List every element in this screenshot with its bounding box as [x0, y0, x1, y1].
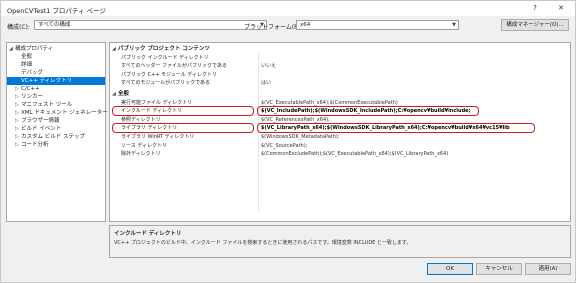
- highlight-box: [257, 122, 535, 133]
- tree-item-label: リンカー: [21, 94, 44, 100]
- grid-category-label: パブリック プロジェクト コンテンツ: [118, 46, 210, 52]
- apply-button[interactable]: 適用(A): [525, 263, 571, 275]
- tree-item-label: XML ドキュメント ジェネレーター: [21, 110, 108, 116]
- tree-item[interactable]: ▷ カスタム ビルド ステップ: [7, 133, 105, 141]
- property-row[interactable]: ライブラリ WinRT ディレクトリ $(WindowsSDK_MetadataP…: [118, 133, 570, 141]
- description-title: インクルード ディレクトリ: [114, 231, 182, 237]
- tree-item[interactable]: ▷ コード分析: [7, 141, 105, 149]
- property-value[interactable]: $(VC_SourcePath);: [261, 142, 307, 150]
- configuration-value: すべての構成: [38, 22, 71, 28]
- help-button[interactable]: ?: [528, 3, 542, 14]
- platform-value: x64: [300, 22, 311, 28]
- property-row[interactable]: 除外ディレクトリ $(CommonExcludePath);$(VC_Execut…: [118, 150, 570, 158]
- tree-item[interactable]: VC++ ディレクトリ: [7, 77, 105, 85]
- tree-item-label: 構成プロパティ: [15, 46, 54, 52]
- property-row[interactable]: すべてのヘッダー ファイルがパブリックである いいえ: [118, 62, 570, 70]
- cancel-button[interactable]: キャンセル: [476, 263, 522, 275]
- description-panel: インクルード ディレクトリ VC++ プロジェクトのビルド中、インクルード ファ…: [109, 225, 571, 258]
- grid-category-label: 全般: [118, 91, 130, 97]
- tree-item[interactable]: ▷ XML ドキュメント ジェネレーター: [7, 109, 108, 117]
- tree-item-label: ビルド イベント: [21, 126, 62, 132]
- tree-item-label: VC++ ディレクトリ: [21, 78, 73, 84]
- title-bar: OpenCVTest1 プロパティ ページ ? ✕: [1, 1, 575, 16]
- tree-item[interactable]: 全般: [7, 53, 105, 61]
- configuration-bar: 構成(C): すべての構成 ▼ プラットフォーム(P): x64 ▼ 構成マネー…: [1, 18, 575, 38]
- highlight-box: [257, 105, 479, 116]
- configuration-manager-button[interactable]: 構成マネージャー(O)...: [501, 19, 569, 31]
- tree-item-label: カスタム ビルド ステップ: [21, 134, 85, 140]
- property-row[interactable]: パブリック インクルード ディレクトリ: [118, 54, 570, 62]
- property-name: ソース ディレクトリ: [121, 142, 167, 149]
- property-name: すべてのモジュールがパブリックである: [121, 80, 211, 87]
- property-name: パブリック C++ モジュール ディレクトリ: [121, 71, 217, 78]
- highlight-box: [112, 105, 254, 116]
- tree-item[interactable]: ◢ 構成プロパティ: [7, 45, 105, 53]
- property-value[interactable]: いいえ: [261, 62, 276, 70]
- tree-item[interactable]: 詳細: [7, 61, 105, 69]
- platform-label: プラットフォーム(P):: [244, 24, 303, 31]
- grid-category[interactable]: ◢ 全般: [112, 90, 129, 98]
- property-pages-window: OpenCVTest1 プロパティ ページ ? ✕ 構成(C): すべての構成 …: [0, 0, 576, 283]
- tree-item-label: マニフェスト ツール: [21, 102, 73, 108]
- property-grid[interactable]: ◢ パブリック プロジェクト コンテンツ パブリック インクルード ディレクトリ すべ…: [109, 42, 571, 222]
- tree-item[interactable]: ▷ C/C++: [7, 85, 105, 93]
- property-name: ライブラリ WinRT ディレクトリ: [121, 134, 195, 140]
- tree-item-label: ブラウザー情報: [21, 118, 60, 124]
- tree-item-label: 全般: [21, 54, 33, 60]
- property-name: パブリック インクルード ディレクトリ: [121, 54, 209, 61]
- property-name: すべてのヘッダー ファイルがパブリックである: [121, 63, 227, 70]
- ok-button[interactable]: OK: [427, 263, 473, 275]
- platform-combo[interactable]: x64 ▼: [296, 20, 459, 30]
- tree-item-label: 詳細: [21, 62, 33, 68]
- chevron-down-icon: ▼: [452, 22, 456, 28]
- property-tree[interactable]: ◢ 構成プロパティ 全般詳細デバッグ VC++ ディレクトリ ▷ C/C++ ▷ リンカー ▷ マ…: [6, 42, 108, 222]
- tree-item-label: コード分析: [21, 142, 49, 148]
- tree-item-label: デバッグ: [21, 70, 44, 76]
- tree-item[interactable]: ▷ マニフェスト ツール: [7, 101, 105, 109]
- tree-item[interactable]: ▷ ビルド イベント: [7, 125, 105, 133]
- tree-item[interactable]: ▷ ブラウザー情報: [7, 117, 105, 125]
- property-value[interactable]: はい: [261, 79, 271, 87]
- property-row[interactable]: パブリック C++ モジュール ディレクトリ: [118, 71, 570, 79]
- description-text: VC++ プロジェクトのビルド中、インクルード ファイルを検索するときに使用され…: [114, 240, 412, 246]
- window-title: OpenCVTest1 プロパティ ページ: [7, 7, 106, 15]
- grid-category[interactable]: ◢ パブリック プロジェクト コンテンツ: [112, 45, 210, 53]
- property-name: 除外ディレクトリ: [121, 151, 161, 158]
- close-button[interactable]: ✕: [554, 3, 568, 14]
- property-row[interactable]: すべてのモジュールがパブリックである はい: [118, 79, 570, 87]
- configuration-combo[interactable]: すべての構成 ▼: [34, 20, 267, 30]
- tree-item-label: C/C++: [21, 86, 40, 92]
- tree-item[interactable]: デバッグ: [7, 69, 105, 77]
- highlight-box: [112, 122, 254, 133]
- property-value[interactable]: $(WindowsSDK_MetadataPath);: [261, 133, 340, 141]
- configuration-label: 構成(C):: [7, 24, 30, 31]
- property-row[interactable]: ソース ディレクトリ $(VC_SourcePath);: [118, 142, 570, 150]
- tree-item[interactable]: ▷ リンカー: [7, 93, 105, 101]
- property-value[interactable]: $(CommonExcludePath);$(VC_ExecutablePath…: [261, 150, 448, 158]
